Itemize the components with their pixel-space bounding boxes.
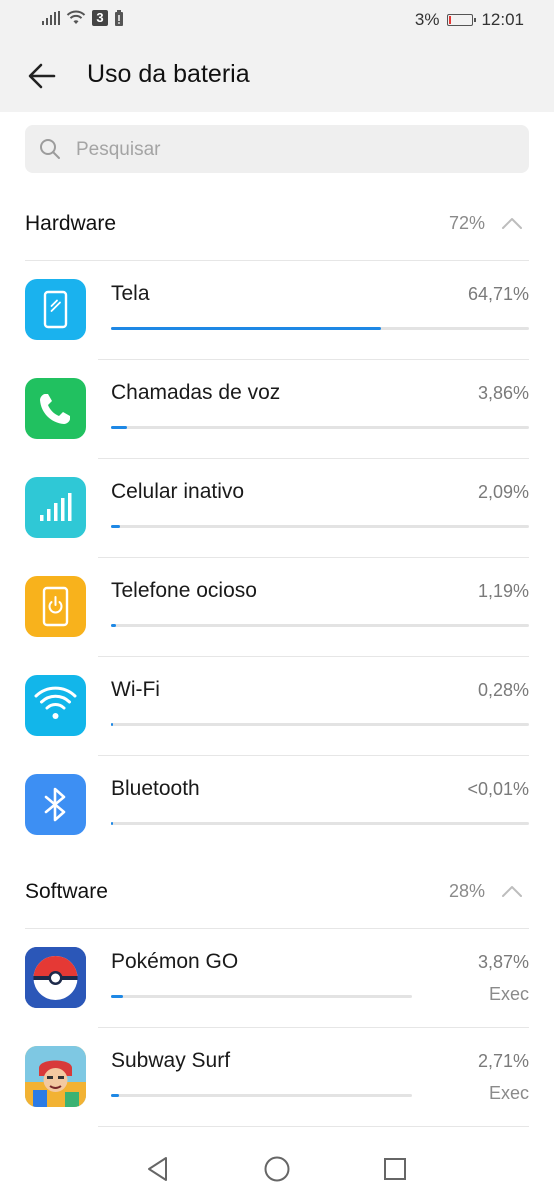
usage-bar-fill	[111, 1094, 119, 1097]
list-item-percent: 3,86%	[477, 383, 529, 403]
nav-back-icon[interactable]	[144, 1155, 172, 1183]
pokeball-icon	[25, 947, 86, 1008]
carrier-badge: 3	[92, 10, 108, 26]
usage-bar-fill	[111, 624, 116, 627]
hardware-section-percent: 72%	[448, 213, 485, 233]
list-item-label: Pokémon GO	[111, 950, 239, 973]
list-item-bluetooth[interactable]: Bluetooth <0,01%	[0, 755, 554, 854]
battery-alert-icon	[115, 10, 123, 26]
list-item-chamadas-de-voz[interactable]: Chamadas de voz 3,86%	[0, 359, 554, 458]
usage-bar-fill	[111, 995, 123, 998]
usage-bar-fill	[111, 525, 120, 528]
usage-bar	[111, 624, 529, 627]
divider	[98, 1126, 529, 1127]
list-item-status: Exec	[488, 984, 529, 1004]
list-item-tela[interactable]: Tela 64,71%	[0, 260, 554, 359]
usage-bar-fill	[111, 822, 113, 825]
list-item-percent: 2,71%	[477, 1051, 529, 1071]
clock: 12:01	[481, 10, 524, 29]
hardware-section-header[interactable]: Hardware 72%	[25, 204, 529, 244]
list-item-percent: 0,28%	[477, 680, 529, 700]
idle-phone-icon	[25, 576, 86, 637]
software-section-percent: 28%	[448, 881, 485, 901]
list-item-percent: 1,19%	[477, 581, 529, 601]
display-icon	[25, 279, 86, 340]
list-item-status: Exec	[488, 1083, 529, 1103]
status-left: 3	[42, 10, 124, 26]
signal-strength-icon	[42, 11, 60, 25]
search-icon	[40, 139, 60, 159]
usage-bar-fill	[111, 426, 127, 429]
list-item-percent: 64,71%	[467, 284, 529, 304]
signal-icon	[25, 477, 86, 538]
battery-percent: 3%	[414, 10, 440, 29]
usage-bar	[111, 525, 529, 528]
bluetooth-icon	[25, 774, 86, 835]
nav-home-icon[interactable]	[263, 1155, 291, 1183]
list-item-wi-fi[interactable]: Wi-Fi 0,28%	[0, 656, 554, 755]
usage-bar	[111, 426, 529, 429]
usage-bar-fill	[111, 723, 113, 726]
subway-surfers-icon	[25, 1046, 86, 1107]
software-section-title: Software	[25, 880, 108, 903]
list-item-label: Bluetooth	[111, 777, 200, 800]
search-input[interactable]	[74, 133, 498, 167]
list-item-pokemon-go[interactable]: Pokémon GO 3,87% Exec	[0, 928, 554, 1027]
navigation-bar	[0, 1135, 554, 1200]
list-item-percent: 3,87%	[477, 952, 529, 972]
usage-bar	[111, 1094, 412, 1097]
search-box[interactable]	[25, 125, 529, 173]
usage-bar	[111, 995, 412, 998]
status-bar: 3 3% 12:01	[0, 0, 554, 40]
list-item-celular-inativo[interactable]: Celular inativo 2,09%	[0, 458, 554, 557]
list-item-label: Tela	[111, 282, 150, 305]
list-item-label: Telefone ocioso	[111, 579, 257, 602]
app-header: Uso da bateria	[0, 40, 554, 112]
usage-bar	[111, 822, 529, 825]
list-item-label: Wi-Fi	[111, 678, 160, 701]
chevron-up-icon[interactable]	[501, 214, 523, 232]
list-item-label: Chamadas de voz	[111, 381, 281, 404]
list-item-subway-surf[interactable]: Subway Surf 2,71% Exec	[0, 1027, 554, 1126]
status-right: 3% 12:01	[415, 10, 524, 30]
list-item-percent: <0,01%	[467, 779, 529, 799]
arrow-left-icon[interactable]	[24, 58, 60, 94]
hardware-section-title: Hardware	[25, 212, 117, 235]
page-title: Uso da bateria	[87, 60, 250, 88]
list-item-telefone-ocioso[interactable]: Telefone ocioso 1,19%	[0, 557, 554, 656]
list-item-label: Celular inativo	[111, 480, 245, 503]
usage-bar	[111, 327, 529, 330]
software-section-header[interactable]: Software 28%	[25, 872, 529, 912]
nav-recents-icon[interactable]	[381, 1155, 409, 1183]
chevron-up-icon[interactable]	[501, 882, 523, 900]
list-item-label: Subway Surf	[111, 1049, 231, 1072]
list-item-percent: 2,09%	[477, 482, 529, 502]
wifi-status-icon	[66, 10, 86, 24]
phone-icon	[25, 378, 86, 439]
wifi-icon	[25, 675, 86, 736]
usage-bar-fill	[111, 327, 381, 330]
usage-bar	[111, 723, 529, 726]
battery-icon	[447, 14, 477, 26]
